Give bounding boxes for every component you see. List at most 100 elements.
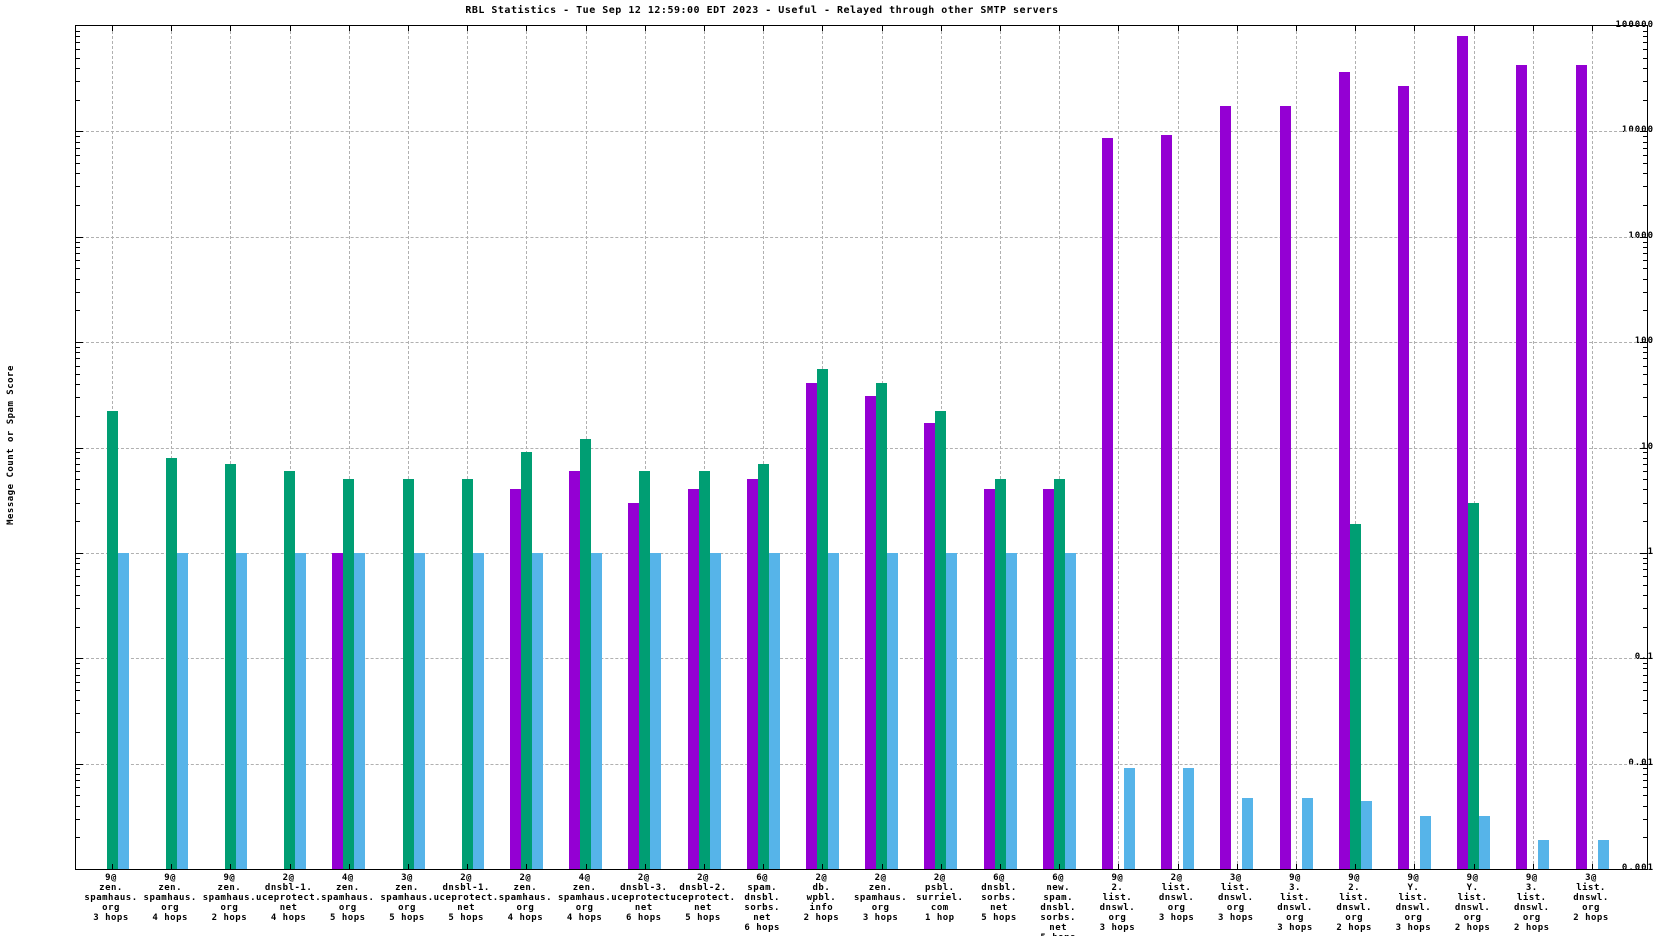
y-minor-tick xyxy=(1643,457,1647,459)
y-minor-tick xyxy=(76,452,80,454)
y-minor-tick xyxy=(1643,594,1647,596)
x-top-tick xyxy=(881,26,883,31)
y-minor-tick xyxy=(76,205,80,207)
y-minor-tick xyxy=(1643,713,1647,715)
y-minor-tick xyxy=(76,346,80,348)
y-minor-tick xyxy=(1643,205,1647,207)
y-minor-tick xyxy=(76,787,80,788)
bar-not-spam xyxy=(332,552,344,869)
y-minor-tick xyxy=(76,502,80,504)
bar-score-0-1- xyxy=(1064,552,1076,869)
y-minor-tick xyxy=(1643,674,1647,676)
y-minor-tick xyxy=(1643,136,1647,138)
bar-not-spam xyxy=(687,489,699,869)
y-minor-tick xyxy=(1643,358,1647,360)
y-minor-tick xyxy=(76,681,80,683)
x-bottom-tick xyxy=(1000,864,1001,869)
y-minor-tick xyxy=(76,163,80,165)
x-bottom-tick xyxy=(1177,864,1179,869)
y-minor-tick xyxy=(1643,154,1647,156)
bar-score-0-1- xyxy=(1597,839,1609,869)
y-minor-tick xyxy=(76,668,80,670)
x-top-tick xyxy=(348,26,350,31)
bar-spam xyxy=(106,411,118,869)
x-bottom-tick xyxy=(1296,864,1297,869)
y-minor-tick xyxy=(76,594,80,596)
y-minor-tick xyxy=(76,173,80,175)
bar-score-0-1- xyxy=(413,552,425,869)
x-top-tick xyxy=(1177,26,1179,31)
y-gridline xyxy=(76,552,1647,554)
bar-score-0-1- xyxy=(117,552,129,869)
y-minor-tick xyxy=(1643,365,1647,367)
bar-score-0-1- xyxy=(531,552,543,869)
y-major-tick xyxy=(76,131,83,133)
y-minor-tick xyxy=(76,457,80,459)
y-minor-tick xyxy=(1643,663,1647,665)
y-major-tick xyxy=(76,658,83,660)
bar-not-spam xyxy=(1042,489,1054,869)
y-minor-tick xyxy=(1643,470,1647,472)
bar-score-0-1- xyxy=(1479,815,1491,869)
x-gridline xyxy=(1118,26,1120,869)
bar-spam xyxy=(520,452,532,869)
y-minor-tick xyxy=(76,818,80,820)
bar-spam xyxy=(224,463,236,869)
y-minor-tick xyxy=(1643,260,1647,262)
y-minor-tick xyxy=(76,141,80,143)
bar-score-0-1- xyxy=(295,552,307,869)
bar-score-0-1- xyxy=(235,552,247,869)
bar-score-0-1- xyxy=(176,552,188,869)
x-bottom-tick xyxy=(763,864,765,869)
y-minor-tick xyxy=(1643,346,1647,348)
y-minor-tick xyxy=(1643,30,1647,32)
x-bottom-tick xyxy=(1059,864,1061,869)
y-minor-tick xyxy=(76,713,80,715)
x-top-tick xyxy=(940,26,942,31)
y-minor-tick xyxy=(76,607,80,609)
y-minor-tick xyxy=(1643,805,1647,807)
y-minor-tick xyxy=(76,837,80,839)
y-minor-tick xyxy=(1643,241,1647,243)
plot-area xyxy=(75,25,1648,870)
y-minor-tick xyxy=(1643,463,1647,465)
x-top-tick xyxy=(112,26,113,31)
x-top-tick xyxy=(171,26,173,31)
x-bottom-tick xyxy=(112,864,113,869)
y-axis-label: Message Count or Spam Score xyxy=(6,365,16,525)
y-major-tick xyxy=(1640,342,1647,344)
y-major-tick xyxy=(1640,658,1647,660)
y-minor-tick xyxy=(76,260,80,262)
bar-score-0-1- xyxy=(1183,768,1195,869)
y-minor-tick xyxy=(76,731,80,733)
x-bottom-tick xyxy=(1236,864,1238,869)
bar-spam xyxy=(1468,502,1480,869)
y-gridline xyxy=(76,342,1647,344)
y-minor-tick xyxy=(76,241,80,243)
y-minor-tick xyxy=(1643,291,1647,293)
y-gridline xyxy=(76,658,1647,660)
bar-score-0-1- xyxy=(1123,768,1135,869)
y-tick-label: 10 xyxy=(1641,441,1654,452)
y-major-tick xyxy=(1640,869,1647,870)
y-minor-tick xyxy=(76,563,80,565)
x-top-tick xyxy=(585,26,587,31)
y-minor-tick xyxy=(1643,253,1647,255)
rbl-statistics-chart: RBL Statistics - Tue Sep 12 12:59:00 EDT… xyxy=(0,0,1664,936)
y-minor-tick xyxy=(1643,668,1647,670)
bar-score-0-1- xyxy=(827,552,839,869)
bar-score-0-1- xyxy=(354,552,366,869)
bar-score-0-1- xyxy=(591,552,603,869)
x-top-tick xyxy=(467,26,469,31)
bar-spam xyxy=(994,479,1006,869)
y-minor-tick xyxy=(76,805,80,807)
y-major-tick xyxy=(76,236,83,238)
y-minor-tick xyxy=(76,397,80,399)
y-minor-tick xyxy=(76,291,80,293)
y-minor-tick xyxy=(76,557,80,559)
bar-not-spam xyxy=(805,382,817,869)
y-minor-tick xyxy=(76,147,80,149)
bar-spam xyxy=(343,479,355,869)
y-minor-tick xyxy=(76,42,80,44)
bar-spam xyxy=(402,479,414,869)
